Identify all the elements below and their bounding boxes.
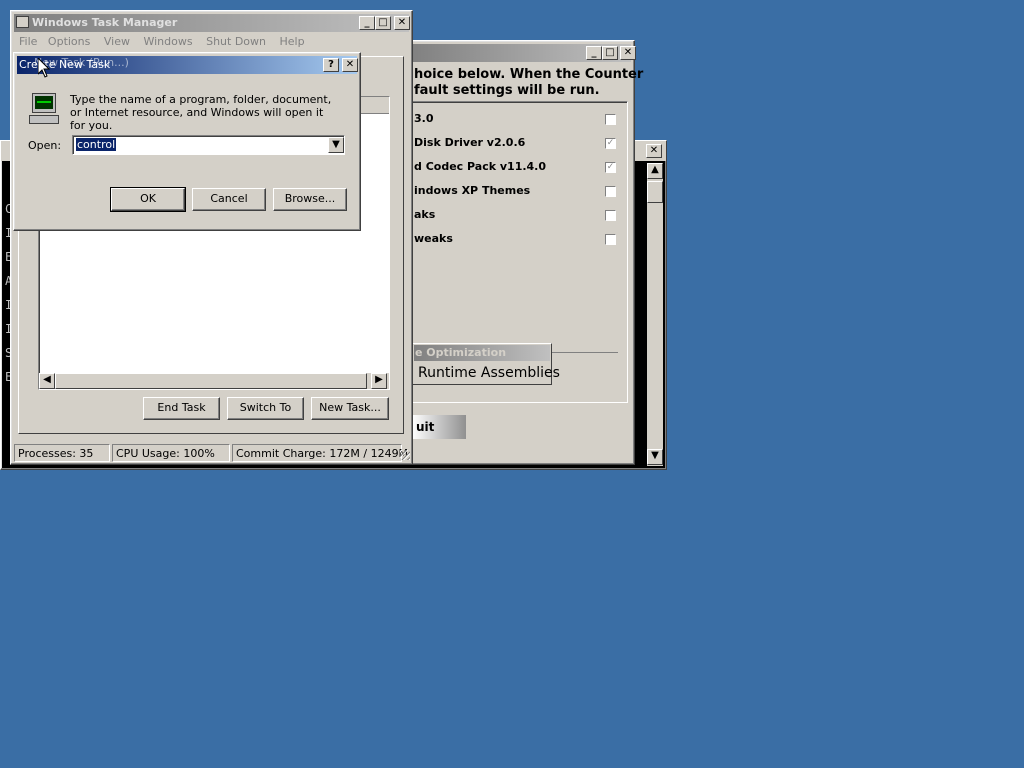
menu-help[interactable]: Help: [280, 35, 305, 48]
list-item[interactable]: aks: [414, 208, 435, 221]
minimize-icon[interactable]: _: [586, 46, 602, 60]
maximize-icon[interactable]: □: [602, 46, 618, 60]
checkbox[interactable]: [605, 210, 616, 221]
open-combobox[interactable]: control ▼: [72, 135, 345, 155]
scroll-right-icon[interactable]: ▶: [371, 373, 387, 389]
cancel-button[interactable]: Cancel: [192, 188, 266, 211]
optimization-popup: e Optimization Runtime Assemblies: [412, 343, 560, 385]
scroll-down-icon[interactable]: ▼: [647, 449, 663, 465]
horizontal-scrollbar[interactable]: ◀ ▶: [39, 373, 389, 389]
open-label: Open:: [28, 139, 62, 152]
popup-text: Runtime Assemblies: [418, 365, 560, 381]
menu-windows[interactable]: Windows: [143, 35, 192, 48]
computer-icon: [29, 93, 59, 125]
list-item[interactable]: 3.0: [414, 112, 434, 125]
create-new-task-dialog: Create New Task New Task (Run...) ? ✕ Ty…: [13, 52, 361, 231]
scroll-left-icon[interactable]: ◀: [39, 373, 55, 389]
browse-button[interactable]: Browse...: [273, 188, 347, 211]
task-manager-title: Windows Task Manager: [32, 16, 178, 29]
close-icon[interactable]: ✕: [394, 16, 410, 30]
menu-bar: File Options View Windows Shut Down Help: [15, 35, 305, 51]
installer-titlebar[interactable]: _ □ ✕: [409, 44, 636, 62]
checkbox[interactable]: ✓: [605, 162, 616, 173]
list-item[interactable]: Disk Driver v2.0.6: [414, 136, 525, 149]
ok-button[interactable]: OK: [110, 187, 186, 212]
quit-button[interactable]: uit: [412, 415, 466, 439]
new-task-button[interactable]: New Task...: [311, 397, 389, 420]
checkbox[interactable]: [605, 114, 616, 125]
menu-view[interactable]: View: [104, 35, 130, 48]
checkbox[interactable]: [605, 234, 616, 245]
list-item[interactable]: weaks: [414, 232, 453, 245]
list-item[interactable]: d Codec Pack v11.4.0: [414, 160, 546, 173]
status-cpu: CPU Usage: 100%: [112, 444, 230, 462]
close-icon[interactable]: ✕: [646, 144, 662, 158]
task-manager-titlebar[interactable]: Windows Task Manager _ □ ✕: [14, 14, 410, 32]
end-task-button[interactable]: End Task: [143, 397, 220, 420]
checkbox[interactable]: [605, 186, 616, 197]
menu-options[interactable]: Options: [48, 35, 90, 48]
checkbox[interactable]: ✓: [605, 138, 616, 149]
menu-file[interactable]: File: [19, 35, 37, 48]
close-icon[interactable]: ✕: [620, 46, 636, 60]
resize-grip-icon[interactable]: [400, 450, 410, 460]
status-bar: Processes: 35 CPU Usage: 100% Commit Cha…: [14, 444, 410, 462]
menu-shutdown[interactable]: Shut Down: [206, 35, 266, 48]
installer-header: hoice below. When the Counter fault sett…: [414, 67, 644, 98]
status-commit: Commit Charge: 172M / 1249M: [232, 444, 408, 462]
popup-titlebar: e Optimization: [414, 345, 550, 361]
switch-to-button[interactable]: Switch To: [227, 397, 304, 420]
close-icon[interactable]: ✕: [342, 58, 358, 72]
task-manager-app-icon: [16, 16, 29, 28]
minimize-icon[interactable]: _: [359, 16, 375, 30]
open-input[interactable]: control: [76, 138, 117, 151]
dialog-titlebar[interactable]: Create New Task New Task (Run...) ? ✕: [17, 56, 358, 74]
scroll-up-icon[interactable]: ▲: [647, 163, 663, 179]
installer-window: _ □ ✕ hoice below. When the Counter faul…: [405, 40, 643, 465]
scroll-thumb[interactable]: [647, 181, 663, 203]
list-item[interactable]: indows XP Themes: [414, 184, 530, 197]
dialog-description: Type the name of a program, folder, docu…: [70, 93, 332, 132]
help-icon[interactable]: ?: [323, 58, 339, 72]
maximize-icon[interactable]: □: [375, 16, 391, 30]
status-processes: Processes: 35: [14, 444, 110, 462]
mouse-cursor-icon: [38, 58, 50, 78]
console-scrollbar[interactable]: ▲ ▼: [647, 163, 663, 466]
scroll-thumb[interactable]: [55, 373, 367, 389]
chevron-down-icon[interactable]: ▼: [328, 137, 344, 153]
